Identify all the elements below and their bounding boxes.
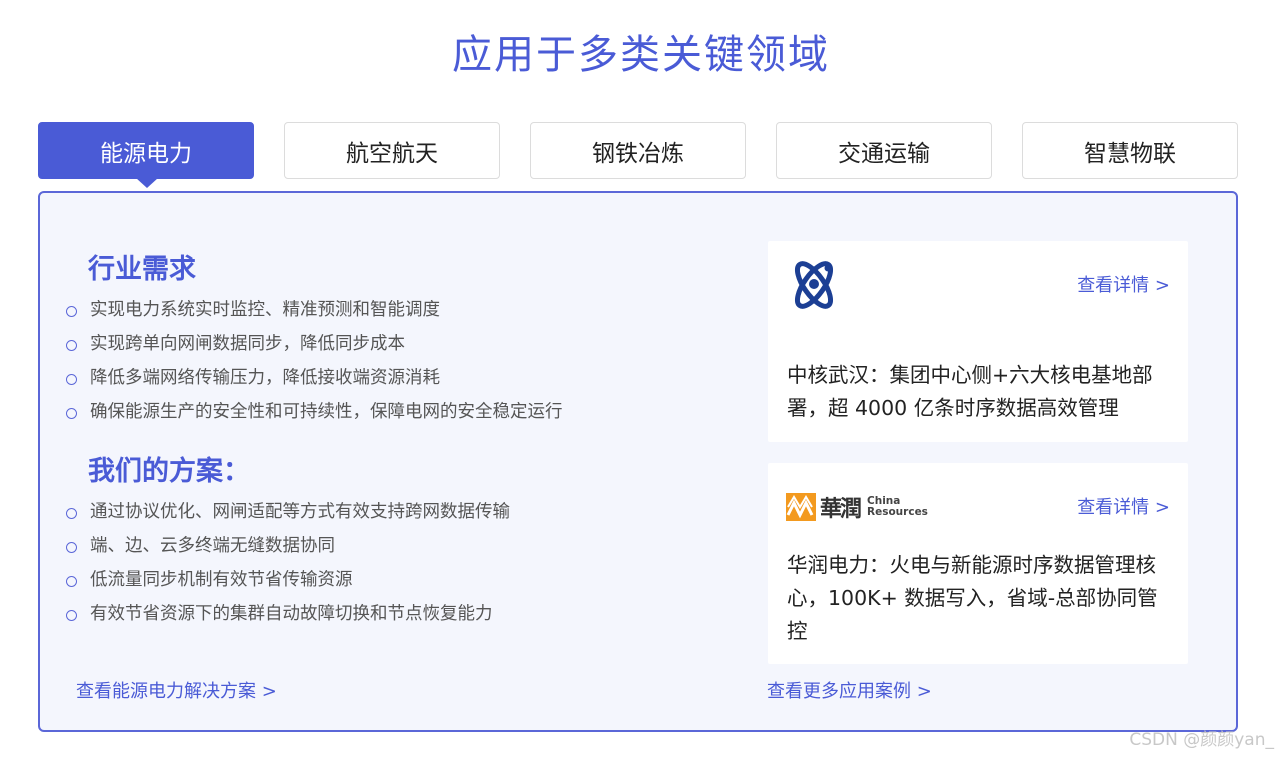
- china-resources-logo-icon: 華潤 China Resources: [786, 491, 928, 523]
- case-description: 中核武汉：集团中心侧+六大核电基地部署，超 4000 亿条时序数据高效管理: [787, 363, 1153, 420]
- case-card-cnnc: 查看详情 > 中核武汉：集团中心侧+六大核电基地部署，超 4000 亿条时序数据…: [768, 241, 1188, 442]
- tab-steel-smelting[interactable]: 钢铁冶炼: [530, 122, 746, 179]
- page-title: 应用于多类关键领域: [452, 32, 830, 78]
- case-card-china-resources: 華潤 China Resources 查看详情 > 华润电力：火电与新能源时序数据…: [768, 463, 1188, 664]
- needs-title: 行业需求: [88, 254, 196, 285]
- energy-solution-link[interactable]: 查看能源电力解决方案 >: [76, 677, 277, 703]
- logo-han: 華潤: [820, 496, 862, 522]
- needs-list: 实现电力系统实时监控、精准预测和智能调度 实现跨单向网闸数据同步，降低同步成本 …: [66, 293, 563, 429]
- list-item: 通过协议优化、网闸适配等方式有效支持跨网数据传输: [66, 495, 510, 529]
- watermark: CSDN @颜颜yan_: [1129, 730, 1274, 750]
- atom-logo-icon: [786, 253, 842, 321]
- detail-link[interactable]: 查看详情 >: [1077, 493, 1170, 519]
- case-description: 华润电力：火电与新能源时序数据管理核心，100K+ 数据写入，省域-总部协同管控: [787, 553, 1158, 643]
- tab-energy-power[interactable]: 能源电力: [38, 122, 254, 188]
- list-item: 实现跨单向网闸数据同步，降低同步成本: [66, 327, 563, 361]
- list-item: 有效节省资源下的集群自动故障切换和节点恢复能力: [66, 597, 510, 631]
- list-item: 确保能源生产的安全性和可持续性，保障电网的安全稳定运行: [66, 395, 563, 429]
- logo-en: China Resources: [867, 495, 928, 518]
- tab-transportation[interactable]: 交通运输: [776, 122, 992, 179]
- list-item: 实现电力系统实时监控、精准预测和智能调度: [66, 293, 563, 327]
- solution-title: 我们的方案：: [88, 456, 250, 487]
- tab-aerospace[interactable]: 航空航天: [284, 122, 500, 179]
- content-panel: 行业需求 实现电力系统实时监控、精准预测和智能调度 实现跨单向网闸数据同步，降低…: [38, 191, 1238, 732]
- detail-link[interactable]: 查看详情 >: [1077, 271, 1170, 297]
- list-item: 端、边、云多终端无缝数据协同: [66, 529, 510, 563]
- domain-tabs: 能源电力 航空航天 钢铁冶炼 交通运输 智慧物联: [38, 122, 1238, 188]
- more-cases-link[interactable]: 查看更多应用案例 >: [767, 677, 932, 703]
- solution-list: 通过协议优化、网闸适配等方式有效支持跨网数据传输 端、边、云多终端无缝数据协同 …: [66, 495, 510, 631]
- list-item: 降低多端网络传输压力，降低接收端资源消耗: [66, 361, 563, 395]
- list-item: 低流量同步机制有效节省传输资源: [66, 563, 510, 597]
- tab-smart-iot[interactable]: 智慧物联: [1022, 122, 1238, 179]
